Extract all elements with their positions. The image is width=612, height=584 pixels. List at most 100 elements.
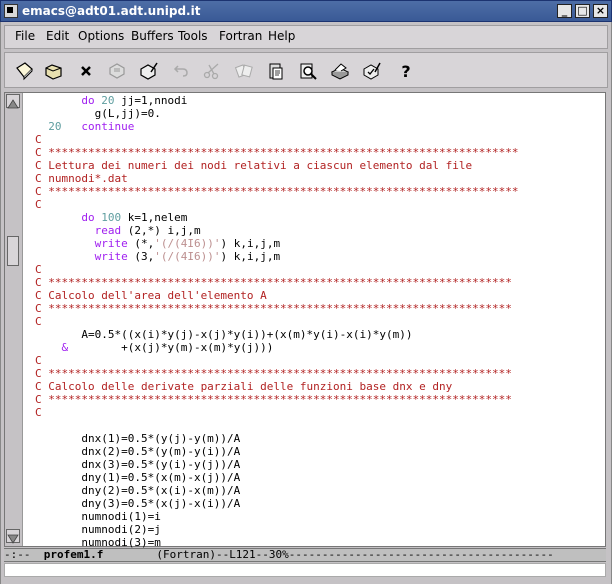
code-line[interactable]: read (2,*) i,j,m <box>35 224 518 237</box>
save-icon[interactable] <box>106 60 128 82</box>
code-line[interactable]: dny(2)=0.5*(x(i)-x(m))/A <box>35 484 518 497</box>
code-buffer[interactable]: do 20 jj=1,nnodi g(L,jj)=0. 20 continue C… <box>35 94 518 562</box>
scroll-down-arrow-icon[interactable] <box>6 529 20 544</box>
code-token: dnx(1)=0.5*(y(j)-y(m))/A <box>35 432 241 445</box>
menu-buffers[interactable]: Buffers <box>131 29 174 43</box>
code-line[interactable]: C <box>35 354 518 367</box>
code-token: C <box>35 354 42 367</box>
code-token: C <box>35 133 42 146</box>
code-token: C **************************************… <box>35 367 512 380</box>
code-line[interactable]: C <box>35 198 518 211</box>
code-line[interactable]: g(L,jj)=0. <box>35 107 518 120</box>
code-line[interactable]: numnodi(1)=i <box>35 510 518 523</box>
maximize-button[interactable]: □ <box>575 4 590 18</box>
code-token: do <box>81 94 95 107</box>
code-line[interactable]: C **************************************… <box>35 302 518 315</box>
code-token: '(/(4I6))' <box>154 237 221 250</box>
code-token: continue <box>81 120 135 133</box>
code-token: C **************************************… <box>35 276 512 289</box>
code-line[interactable]: do 100 k=1,nelem <box>35 211 518 224</box>
code-line[interactable]: C <box>35 263 518 276</box>
undo-icon[interactable] <box>170 60 192 82</box>
help-icon[interactable]: ? <box>395 60 417 82</box>
mode-line: -:-- profem1.f (Fortran)--L121--30%-----… <box>4 548 606 562</box>
close-button[interactable]: × <box>593 4 608 18</box>
code-token: +(x(j)*y(m)-x(m)*y(j))) <box>68 341 274 354</box>
code-token: ) k,i,j,m <box>220 250 281 263</box>
paste-icon[interactable] <box>265 60 287 82</box>
modeline-prefix: -:-- <box>4 548 44 561</box>
vertical-scrollbar[interactable] <box>5 93 23 546</box>
code-line[interactable]: C <box>35 315 518 328</box>
code-line[interactable]: 20 continue <box>35 120 518 133</box>
code-token: dnx(3)=0.5*(y(i)-y(j))/A <box>35 458 241 471</box>
code-token: write <box>94 250 128 263</box>
code-token: dny(2)=0.5*(x(i)-x(m))/A <box>35 484 241 497</box>
print-icon[interactable] <box>329 60 351 82</box>
code-token: A=0.5*((x(i)*y(j)-x(j)*y(i))+(x(m)*y(i)-… <box>35 328 413 341</box>
svg-text:?: ? <box>401 62 410 81</box>
menu-bar: File Edit Options Buffers Tools Fortran … <box>4 25 608 49</box>
scroll-up-arrow-icon[interactable] <box>6 94 20 109</box>
code-token: jj=1,nnodi <box>114 94 188 107</box>
code-line[interactable]: C <box>35 133 518 146</box>
save-as-icon[interactable] <box>138 60 160 82</box>
cut-icon[interactable] <box>201 60 223 82</box>
code-token: numnodi(1)=i <box>35 510 161 523</box>
code-line[interactable]: do 20 jj=1,nnodi <box>35 94 518 107</box>
code-line[interactable]: C numnodi*.dat <box>35 172 518 185</box>
code-line[interactable]: C **************************************… <box>35 185 518 198</box>
new-file-icon[interactable] <box>13 60 35 82</box>
code-line[interactable]: dny(3)=0.5*(x(j)-x(i))/A <box>35 497 518 510</box>
menu-tools[interactable]: Tools <box>178 29 208 43</box>
minibuffer[interactable] <box>4 563 606 577</box>
code-line[interactable]: C Calcolo delle derivate parziali delle … <box>35 380 518 393</box>
menu-help[interactable]: Help <box>268 29 295 43</box>
code-token: C <box>35 263 42 276</box>
code-token: C <box>35 406 42 419</box>
open-folder-icon[interactable] <box>43 60 65 82</box>
modeline-status: (Fortran)--L121--30%--------------------… <box>103 548 554 561</box>
code-line[interactable]: C Lettura dei numeri dei nodi relativi a… <box>35 159 518 172</box>
close-icon[interactable] <box>75 60 97 82</box>
code-line[interactable]: C **************************************… <box>35 367 518 380</box>
code-token: do <box>81 211 95 224</box>
minimize-button[interactable]: _ <box>557 4 572 18</box>
code-line[interactable]: dnx(3)=0.5*(y(i)-y(j))/A <box>35 458 518 471</box>
code-token: '(/(4I6))' <box>154 250 221 263</box>
code-line[interactable]: dnx(2)=0.5*(y(m)-y(i))/A <box>35 445 518 458</box>
code-line[interactable] <box>35 419 518 432</box>
code-token: C **************************************… <box>35 185 519 198</box>
code-line[interactable]: dny(1)=0.5*(x(m)-x(j))/A <box>35 471 518 484</box>
menu-fortran[interactable]: Fortran <box>219 29 262 43</box>
window-menu-icon[interactable] <box>4 4 18 18</box>
code-token: 20 <box>101 94 115 107</box>
code-line[interactable]: & +(x(j)*y(m)-x(m)*y(j))) <box>35 341 518 354</box>
code-token: C <box>35 198 42 211</box>
copy-icon[interactable] <box>233 60 255 82</box>
menu-file[interactable]: File <box>15 29 35 43</box>
spell-check-icon[interactable] <box>361 60 383 82</box>
code-token: dny(3)=0.5*(x(j)-x(i))/A <box>35 497 241 510</box>
code-line[interactable]: C **************************************… <box>35 393 518 406</box>
code-line[interactable]: write (*,'(/(4I6))') k,i,j,m <box>35 237 518 250</box>
code-token: 100 <box>101 211 122 224</box>
scrollbar-thumb[interactable] <box>7 236 19 266</box>
menu-edit[interactable]: Edit <box>46 29 69 43</box>
search-icon[interactable] <box>297 60 319 82</box>
code-line[interactable]: dnx(1)=0.5*(y(j)-y(m))/A <box>35 432 518 445</box>
code-line[interactable]: write (3,'(/(4I6))') k,i,j,m <box>35 250 518 263</box>
code-line[interactable]: C **************************************… <box>35 146 518 159</box>
code-line[interactable]: C **************************************… <box>35 276 518 289</box>
code-line[interactable]: numnodi(2)=j <box>35 523 518 536</box>
code-line[interactable]: C Calcolo dell'area dell'elemento A <box>35 289 518 302</box>
code-line[interactable]: C <box>35 406 518 419</box>
code-line[interactable]: A=0.5*((x(i)*y(j)-x(j)*y(i))+(x(m)*y(i)-… <box>35 328 518 341</box>
tool-bar: ? <box>4 52 608 88</box>
menu-options[interactable]: Options <box>78 29 124 43</box>
code-token: C Lettura dei numeri dei nodi relativi a… <box>35 159 473 172</box>
